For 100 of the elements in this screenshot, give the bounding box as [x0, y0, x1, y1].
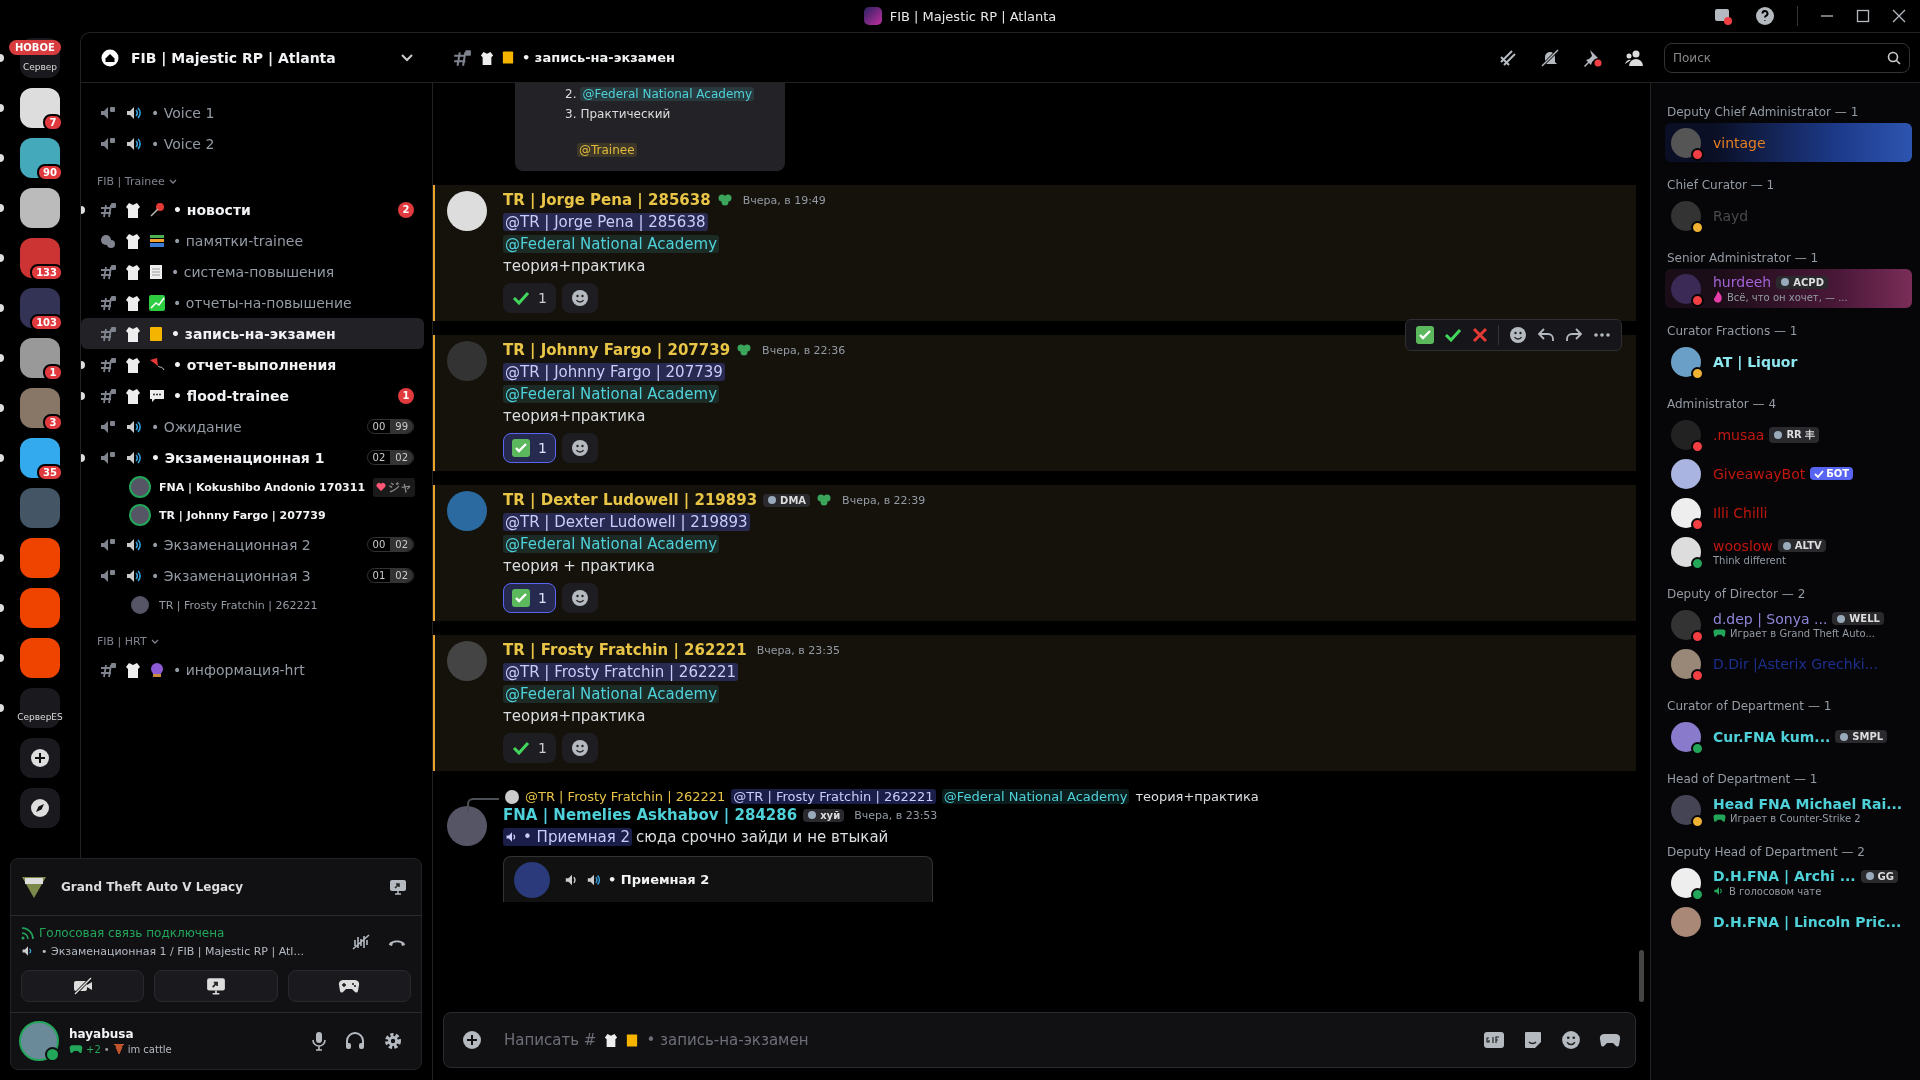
plus-icon[interactable] — [462, 1030, 482, 1050]
noise-suppression-icon[interactable] — [351, 932, 371, 952]
smiley-icon[interactable] — [1561, 1030, 1581, 1050]
text-channel[interactable]: • система-повышения — [81, 256, 424, 287]
member-item[interactable]: .musaa RR 丰 — [1665, 415, 1912, 454]
add-reaction-button[interactable] — [561, 433, 598, 463]
sticker-icon[interactable] — [1523, 1030, 1543, 1050]
text-channel[interactable]: • запись-на-экзамен — [81, 318, 424, 349]
add-reaction-button[interactable] — [561, 283, 598, 313]
voice-channel-embed[interactable]: • Приемная 2 — [503, 856, 933, 902]
role-mention[interactable]: @Federal National Academy — [503, 685, 720, 703]
search-field[interactable]: Поиск — [1664, 42, 1910, 73]
text-channel[interactable]: • информация-hrt — [81, 654, 424, 685]
headphones-icon[interactable] — [345, 1031, 365, 1051]
member-item[interactable]: GiveawayBot БОТ — [1665, 454, 1912, 493]
reaction-button[interactable]: 1 — [503, 283, 556, 313]
voice-user[interactable]: FNA | Kokushibo Andonio 170311 ジャ — [81, 473, 424, 501]
category-header[interactable]: FIB | HRT — [81, 619, 424, 654]
screen-share-icon[interactable] — [389, 878, 407, 896]
member-item[interactable]: D.H.FNA | Archi ... GG В голосовом чате — [1665, 863, 1912, 902]
reaction-button[interactable]: 1 — [503, 433, 556, 463]
message-input[interactable]: Написать # • запись-на-экзамен — [443, 1012, 1636, 1068]
voice-channel[interactable]: • Экзаменационная 1 02 02 — [81, 442, 424, 473]
scrollbar[interactable] — [1639, 950, 1644, 1002]
inbox-icon[interactable] — [1713, 6, 1733, 26]
discover-button[interactable] — [20, 788, 60, 828]
user-mention[interactable]: @TR | Dexter Ludowell | 219893 — [503, 513, 750, 531]
author-name[interactable]: TR | Jorge Pena | 285638 — [503, 191, 711, 209]
settings-icon[interactable] — [383, 1031, 403, 1051]
microphone-icon[interactable] — [311, 1031, 327, 1051]
role-mention[interactable]: @Federal National Academy — [503, 235, 720, 253]
pin-icon[interactable] — [1582, 47, 1602, 68]
reply-author[interactable]: @TR | Frosty Fratchin | 262221 — [525, 789, 726, 804]
server-icon[interactable] — [20, 188, 60, 228]
check-box-icon[interactable] — [1416, 326, 1434, 344]
category-header[interactable]: FIB | Trainee — [81, 159, 424, 194]
role-mention[interactable]: @Federal National Academy — [503, 385, 720, 403]
text-channel[interactable]: • памятки-trainee — [81, 225, 424, 256]
voice-channel[interactable]: • Ожидание 00 99 — [81, 411, 424, 442]
text-channel[interactable]: • flood-trainee 1 — [81, 380, 424, 411]
add-reaction-button[interactable] — [561, 733, 598, 763]
role-mention[interactable]: @Federal National Academy — [503, 535, 720, 553]
avatar[interactable] — [447, 191, 487, 231]
reaction-button[interactable]: 1 — [503, 583, 556, 613]
user-mention[interactable]: @TR | Johnny Fargo | 207739 — [503, 363, 725, 381]
maximize-icon[interactable] — [1856, 9, 1870, 23]
voice-channel[interactable]: • Voice 2 — [81, 128, 424, 159]
forward-icon[interactable] — [1565, 327, 1583, 343]
gif-icon[interactable] — [1483, 1031, 1505, 1049]
voice-user[interactable]: TR | Johnny Fargo | 207739 — [81, 501, 424, 529]
close-icon[interactable] — [1892, 9, 1906, 23]
activities-button[interactable] — [287, 970, 411, 1002]
user-mention[interactable]: @TR | Jorge Pena | 285638 — [503, 213, 708, 231]
user-mention[interactable]: @TR | Frosty Fratchin | 262221 — [731, 789, 936, 804]
member-item[interactable]: vintage — [1665, 123, 1912, 162]
reply-icon[interactable] — [1537, 327, 1555, 343]
author-name[interactable]: TR | Dexter Ludowell | 219893 — [503, 491, 758, 509]
role-mention[interactable]: @Federal National Academy — [580, 87, 755, 101]
text-channel[interactable]: • отчет-выполнения — [81, 349, 424, 380]
member-item[interactable]: Head FNA Michael Rai... Играет в Counter-Strike 2 — [1665, 790, 1912, 829]
role-mention[interactable]: @Federal National Academy — [941, 789, 1130, 804]
muted-bell-icon[interactable] — [1540, 47, 1560, 68]
server-icon[interactable] — [20, 438, 60, 478]
channel-mention[interactable]: • Приемная 2 — [503, 828, 633, 846]
author-name[interactable]: TR | Frosty Fratchin | 262221 — [503, 641, 747, 659]
member-item[interactable]: D.H.FNA | Lincoln Pric... — [1665, 902, 1912, 941]
member-item[interactable]: wooslow ALTV Think different — [1665, 532, 1912, 571]
text-channel[interactable]: • новости 2 — [81, 194, 424, 225]
voice-channel[interactable]: • Экзаменационная 2 00 02 — [81, 529, 424, 560]
screen-share-button[interactable] — [154, 970, 278, 1002]
member-item[interactable]: hurdeeh ACPD Всё, что он хочет, — ... — [1665, 269, 1912, 308]
voice-user[interactable]: TR | Frosty Fratchin | 262221 — [81, 591, 424, 619]
check-mark-icon[interactable] — [1444, 328, 1462, 342]
member-item[interactable]: Cur.FNA kum... SMPL — [1665, 717, 1912, 756]
reaction-button[interactable]: 1 — [503, 733, 556, 763]
author-name[interactable]: FNA | Nemelies Askhabov | 284286 — [503, 806, 798, 824]
member-item[interactable]: d.dep | Sonya ... WELL Играет в Grand Theft Auto... — [1665, 605, 1912, 644]
user-avatar[interactable] — [19, 1021, 59, 1061]
server-header[interactable]: FIB | Majestic RP | Atlanta — [81, 33, 432, 83]
add-reaction-button[interactable] — [561, 583, 598, 613]
gamepad-icon[interactable] — [1599, 1032, 1621, 1048]
voice-channel[interactable]: • Экзаменационная 3 01 02 — [81, 560, 424, 591]
help-icon[interactable] — [1755, 6, 1775, 26]
voice-channel-link[interactable]: • Экзаменационная 1 / FIB | Majestic RP | Atl... — [41, 944, 304, 958]
add-server-button[interactable] — [20, 738, 60, 778]
smiley-icon[interactable] — [1509, 326, 1527, 344]
server-icon[interactable] — [20, 88, 60, 128]
voice-channel[interactable]: • Voice 1 — [81, 97, 424, 128]
text-channel[interactable]: • отчеты-на-повышение — [81, 287, 424, 318]
threads-icon[interactable] — [1498, 47, 1518, 68]
cross-icon[interactable] — [1472, 327, 1488, 343]
author-name[interactable]: TR | Johnny Fargo | 207739 — [503, 341, 731, 359]
camera-button[interactable] — [21, 970, 145, 1002]
more-icon[interactable] — [1593, 332, 1611, 338]
role-mention[interactable]: @Trainee — [577, 143, 637, 157]
server-icon[interactable] — [20, 388, 60, 428]
user-mention[interactable]: @TR | Frosty Fratchin | 262221 — [503, 663, 739, 681]
server-icon[interactable] — [20, 138, 60, 178]
server-icon[interactable] — [20, 338, 60, 378]
member-item[interactable]: AT | Liquor — [1665, 342, 1912, 381]
